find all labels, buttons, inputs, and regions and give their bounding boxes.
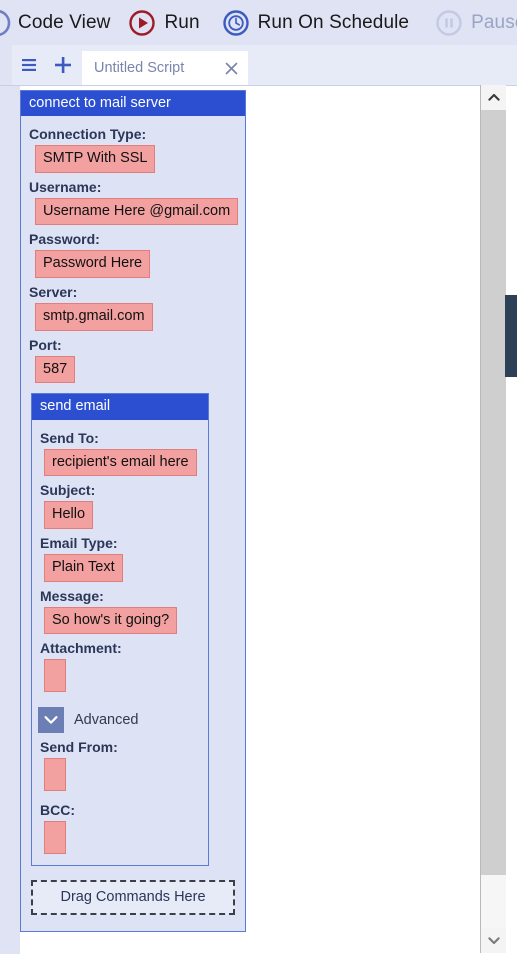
tab-strip: Untitled Script (0, 45, 517, 85)
field-value-server[interactable]: smtp.gmail.com (35, 303, 153, 331)
tab-title: Untitled Script (94, 60, 185, 76)
field-value-port[interactable]: 587 (35, 355, 76, 384)
scrollbar-thumb[interactable] (481, 110, 506, 875)
toolbar-item-run-on-schedule[interactable]: Run On Schedule (200, 0, 410, 45)
field-value-connection-type[interactable]: SMTP With SSL (35, 145, 156, 173)
field-label-server: Server: (29, 284, 78, 301)
block-body-send-email: Send To: recipient's email here Subject:… (32, 420, 208, 866)
dropzone-wrapper: Drag Commands Here (21, 872, 245, 925)
canvas-left-rail (0, 86, 20, 954)
field-value-send-from[interactable] (44, 758, 66, 792)
field-label-connection-type: Connection Type: (29, 126, 147, 143)
block-header-connect-to-mail-server[interactable]: connect to mail server (21, 91, 245, 117)
toolbar-label-code-view: Code View (18, 11, 111, 33)
field-label-password: Password: (29, 231, 100, 248)
close-icon (225, 62, 237, 74)
script-canvas[interactable]: connect to mail server Connection Type: … (0, 85, 517, 954)
hamburger-menu-button[interactable] (12, 45, 46, 85)
tab-close-button[interactable] (222, 59, 240, 77)
field-label-email-type: Email Type: (40, 534, 118, 551)
field-label-send-to: Send To: (40, 429, 99, 446)
field-value-attachment[interactable] (44, 659, 66, 693)
right-edge-marker (505, 295, 517, 377)
top-toolbar: Code View Run Run On Schedule Pause (0, 0, 517, 45)
clock-circle-icon (222, 9, 249, 36)
circle-outline-icon (0, 9, 11, 36)
advanced-toggle-button[interactable] (38, 707, 64, 734)
chevron-down-icon (44, 716, 58, 724)
field-label-username: Username: (29, 178, 102, 195)
toolbar-item-run[interactable]: Run (110, 0, 200, 45)
field-label-port: Port: (29, 336, 62, 353)
chevron-up-icon (487, 93, 500, 101)
command-block-send-email[interactable]: send email Send To: recipient's email he… (31, 393, 209, 867)
field-value-send-to[interactable]: recipient's email here (44, 448, 197, 477)
toolbar-label-run: Run (164, 11, 200, 33)
drag-commands-dropzone[interactable]: Drag Commands Here (31, 880, 235, 916)
field-value-password[interactable]: Password Here (35, 250, 151, 279)
field-value-bcc[interactable] (44, 821, 66, 855)
scrollbar-up-button[interactable] (481, 85, 506, 110)
plus-icon (55, 57, 71, 73)
hamburger-menu-icon (22, 59, 36, 71)
pause-circle-icon (436, 9, 462, 36)
toolbar-item-pause[interactable]: Pause (409, 0, 517, 45)
field-value-username[interactable]: Username Here @gmail.com (35, 197, 239, 226)
field-label-message: Message: (40, 587, 104, 604)
script-tab[interactable]: Untitled Script (82, 51, 248, 85)
vertical-scrollbar[interactable] (480, 85, 506, 953)
advanced-toggle[interactable]: Advanced (38, 707, 208, 734)
field-value-message[interactable]: So how's it going? (44, 606, 178, 635)
toolbar-item-code-view[interactable]: Code View (0, 0, 110, 45)
field-label-subject: Subject: (40, 482, 96, 499)
advanced-toggle-label: Advanced (74, 712, 139, 729)
field-value-email-type[interactable]: Plain Text (44, 553, 123, 582)
toolbar-label-pause: Pause (471, 11, 517, 33)
new-tab-button[interactable] (46, 45, 80, 85)
toolbar-label-run-on-schedule: Run On Schedule (257, 11, 410, 33)
field-label-send-from: Send From: (40, 739, 118, 756)
field-label-bcc: BCC: (40, 802, 75, 819)
block-body-connect-to-mail-server: Connection Type: SMTP With SSL Username:… (21, 116, 245, 931)
field-value-subject[interactable]: Hello (44, 501, 94, 529)
scrollbar-track[interactable] (481, 110, 506, 928)
play-circle-icon (129, 9, 156, 36)
command-block-connect-to-mail-server[interactable]: connect to mail server Connection Type: … (20, 90, 246, 933)
field-label-attachment: Attachment: (40, 640, 122, 657)
block-header-send-email[interactable]: send email (32, 394, 208, 420)
chevron-down-icon (487, 937, 500, 945)
scrollbar-down-button[interactable] (481, 928, 506, 953)
